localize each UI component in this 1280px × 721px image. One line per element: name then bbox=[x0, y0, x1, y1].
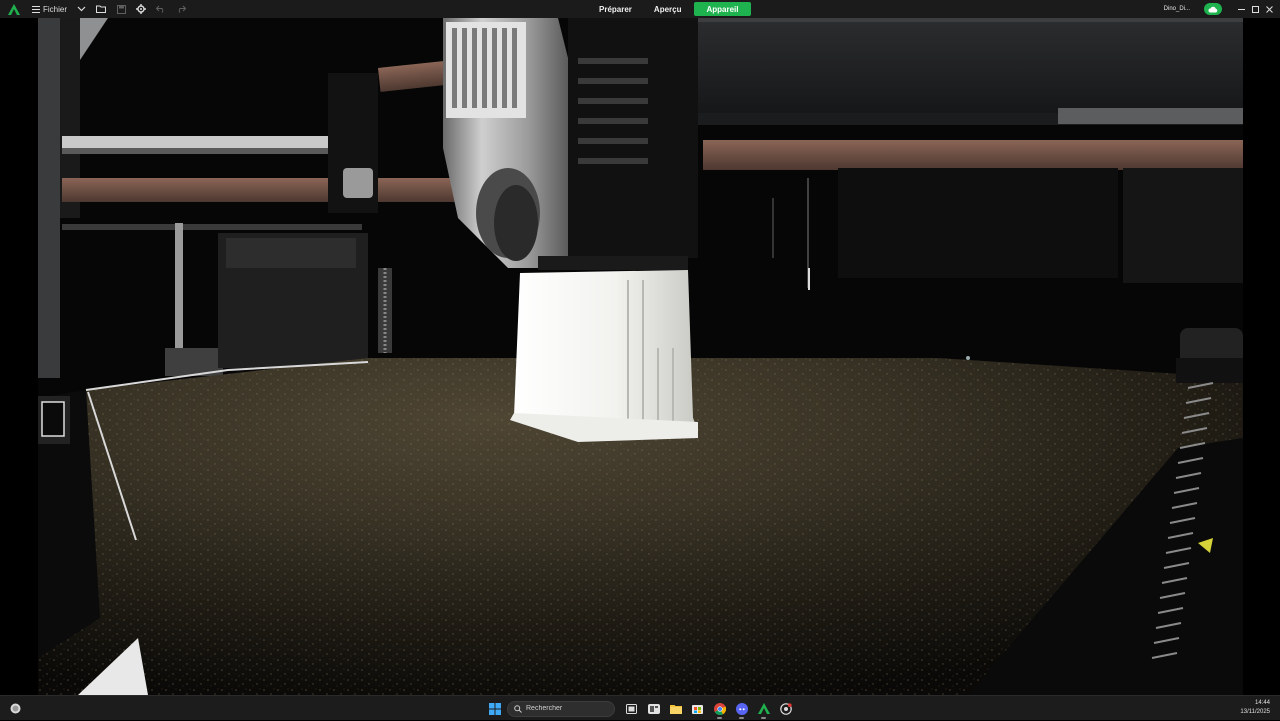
widgets-icon[interactable] bbox=[644, 699, 663, 719]
windows-start-icon[interactable] bbox=[486, 699, 504, 719]
close-icon[interactable] bbox=[1262, 0, 1276, 18]
minimize-icon[interactable] bbox=[1234, 0, 1248, 18]
undo-icon[interactable] bbox=[151, 0, 171, 18]
camera-feed bbox=[38, 18, 1243, 695]
redo-icon[interactable] bbox=[171, 0, 191, 18]
save-icon[interactable] bbox=[111, 0, 131, 18]
device-name[interactable]: Dino_Di... bbox=[1164, 6, 1190, 12]
slicer-app-icon[interactable] bbox=[754, 699, 773, 719]
file-menu-label: Fichier bbox=[43, 4, 68, 14]
search-input[interactable] bbox=[526, 705, 606, 712]
chevron-down-icon[interactable] bbox=[71, 0, 91, 18]
file-explorer-icon[interactable] bbox=[666, 699, 685, 719]
gear-icon[interactable] bbox=[131, 0, 151, 18]
main-tabs: Préparer Aperçu Appareil bbox=[590, 0, 751, 18]
clock-time: 14:44 bbox=[1254, 700, 1270, 706]
windows-taskbar: 14:44 13/11/2025 bbox=[0, 695, 1280, 720]
cloud-sync-icon[interactable] bbox=[1204, 3, 1222, 15]
search-icon bbox=[514, 700, 522, 718]
tab-prepare[interactable]: Préparer bbox=[590, 2, 641, 16]
weather-icon[interactable] bbox=[9, 702, 22, 715]
store-icon[interactable] bbox=[688, 699, 707, 719]
printer-camera-image bbox=[38, 18, 1243, 695]
tab-preview[interactable]: Aperçu bbox=[645, 2, 691, 16]
chrome-icon[interactable] bbox=[710, 699, 729, 719]
hamburger-icon bbox=[32, 5, 40, 13]
app-titlebar: Fichier Préparer Aperçu Appareil Dino_Di… bbox=[0, 0, 1280, 18]
app-logo-icon bbox=[0, 0, 28, 18]
task-view-icon[interactable] bbox=[622, 699, 641, 719]
maximize-icon[interactable] bbox=[1248, 0, 1262, 18]
clock-date: 13/11/2025 bbox=[1240, 709, 1270, 715]
discord-icon[interactable] bbox=[732, 699, 751, 719]
system-clock[interactable]: 14:44 13/11/2025 bbox=[1240, 699, 1270, 717]
folder-icon[interactable] bbox=[91, 0, 111, 18]
taskbar-search[interactable] bbox=[507, 700, 615, 718]
tab-device[interactable]: Appareil bbox=[694, 2, 751, 16]
recorder-icon[interactable] bbox=[776, 699, 795, 719]
file-menu-button[interactable]: Fichier bbox=[28, 0, 71, 18]
